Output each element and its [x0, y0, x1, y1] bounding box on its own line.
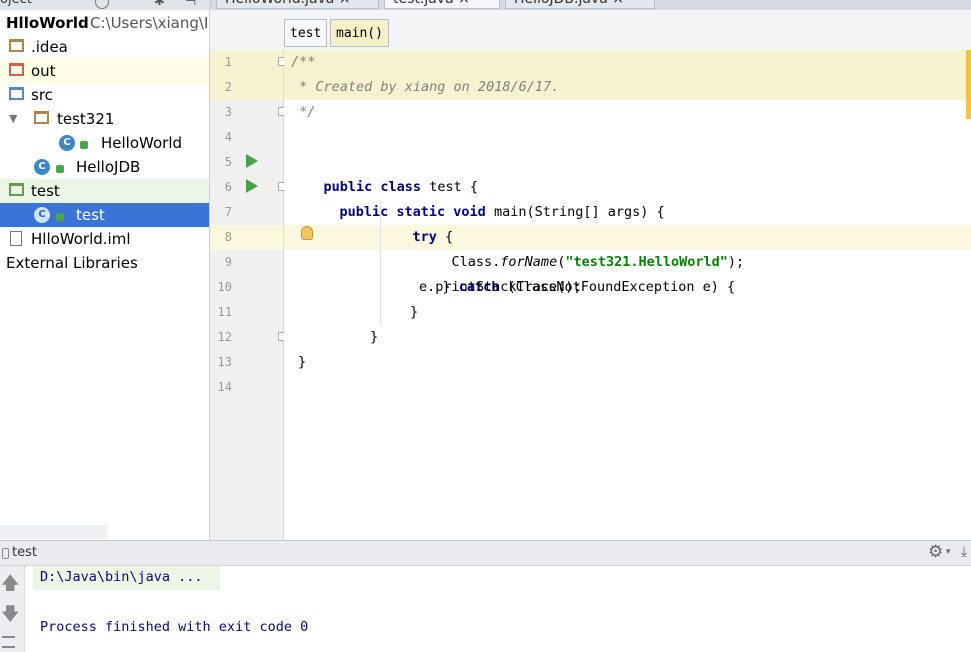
line-number: 2: [224, 80, 232, 94]
tree-item-label: src: [31, 86, 53, 104]
editor-gutter: 1 2 3 4 5 6 7 8 9 10 11 12 13 14: [210, 50, 287, 540]
lock-icon: [80, 141, 88, 149]
code-line-2: * Created by xiang on 2018/6/17.: [291, 79, 560, 95]
project-tree-panel: HlloWorld C:\Users\xiang\Io .idea out sr…: [0, 10, 210, 540]
test-folder-icon: [9, 183, 24, 196]
line-number: 7: [224, 205, 232, 219]
tab-test-java[interactable]: test.java ×: [384, 0, 500, 9]
class-icon: C: [34, 159, 50, 175]
hide-icon[interactable]: ⊣: [185, 0, 196, 9]
root-name: HlloWorld: [6, 14, 89, 32]
tree-item-label: External Libraries: [6, 254, 138, 272]
run-tab-label[interactable]: test: [12, 545, 37, 560]
code-line-3: */: [291, 104, 316, 120]
settings-icon[interactable]: ✱: [154, 0, 165, 9]
breadcrumb-main[interactable]: main(): [330, 19, 389, 47]
breadcrumb: test main(): [210, 10, 971, 51]
line-number: 1: [224, 55, 232, 69]
arrow-up-icon[interactable]: 🡅: [1, 571, 20, 601]
gear-icon[interactable]: ⚙: [928, 542, 943, 562]
code-line-13: }: [298, 354, 307, 370]
tree-item-label: HelloJDB: [76, 158, 141, 176]
lock-icon: [56, 165, 64, 173]
chevron-down-icon[interactable]: ▼: [9, 107, 17, 131]
line-number: 13: [217, 355, 232, 369]
tree-item-iml[interactable]: HlloWorld.iml: [0, 227, 209, 251]
tree-item-test321[interactable]: ▼ test321: [0, 107, 209, 131]
tree-item-src[interactable]: src: [0, 83, 209, 107]
error-stripe: [966, 50, 971, 119]
code-line-11: }: [410, 304, 419, 320]
breadcrumb-test[interactable]: test: [284, 19, 328, 47]
line-number: 14: [217, 380, 232, 394]
horizontal-scrollbar[interactable]: [0, 525, 107, 539]
line-number: 4: [224, 130, 232, 144]
editor-tab-strip: oject ✱ ⊣ HelloWorld.java × test.java × …: [0, 0, 971, 10]
line-number: 9: [224, 255, 232, 269]
tree-item-test-class[interactable]: C test: [0, 203, 209, 227]
chevron-down-icon[interactable]: ▾: [946, 547, 951, 557]
code-editor[interactable]: /** * Created by xiang on 2018/6/17. */ …: [284, 50, 971, 540]
class-icon: C: [34, 207, 50, 223]
tree-item-label: test321: [57, 110, 115, 128]
run-config-icon: [2, 548, 9, 559]
tree-item-test-folder[interactable]: test: [0, 179, 209, 203]
code-text: main(String[] args) {: [485, 204, 665, 220]
class-icon: C: [59, 135, 75, 151]
line-number: 12: [217, 330, 232, 344]
lightbulb-icon[interactable]: [301, 226, 313, 240]
code-line-12: }: [370, 329, 379, 345]
console-command-line: D:\Java\bin\java ...: [40, 569, 203, 585]
line-number: 11: [217, 305, 232, 319]
tree-item-hellojdb[interactable]: C HelloJDB: [0, 155, 209, 179]
package-icon: [34, 111, 49, 124]
tree-item-idea[interactable]: .idea: [0, 35, 209, 59]
run-toolbar: 🡅 🡇: [0, 566, 25, 652]
tree-item-label: HelloWorld: [101, 134, 183, 152]
tab-hellojdb-java[interactable]: HelloJDB.java ×: [505, 0, 655, 9]
project-header-label: oject: [0, 0, 32, 7]
folder-icon: [9, 39, 24, 52]
tree-item-root[interactable]: HlloWorld C:\Users\xiang\Io: [0, 11, 209, 35]
soft-wrap-icon[interactable]: [2, 636, 15, 648]
code-line-8: Class.forName("test321.HelloWorld");: [419, 225, 745, 270]
code-line-6: public static void main(String[] args) {: [307, 175, 665, 220]
tree-item-label: .idea: [31, 38, 68, 56]
code-line-1: /**: [291, 54, 316, 70]
run-arrow-icon[interactable]: [246, 179, 258, 193]
arrow-down-icon[interactable]: 🡇: [1, 602, 20, 632]
hide-panel-icon[interactable]: ⤓: [961, 544, 967, 560]
tab-helloworld-java[interactable]: HelloWorld.java ×: [216, 0, 379, 9]
code-line-5: public class test {: [291, 150, 478, 195]
run-panel-header: test ⚙ ▾ ⤓: [0, 540, 971, 566]
tree-item-external-libraries[interactable]: External Libraries: [0, 251, 209, 275]
line-number: 6: [224, 180, 232, 194]
source-folder-icon: [9, 87, 24, 100]
line-number: 3: [224, 105, 232, 119]
code-line-10: e.printStackTrace();: [419, 279, 582, 295]
lock-icon: [56, 213, 64, 221]
console-output[interactable]: D:\Java\bin\java ... Process finished wi…: [25, 566, 971, 652]
code-line-7: try {: [380, 200, 454, 245]
folder-excluded-icon: [9, 63, 24, 76]
tree-item-label: HlloWorld.iml: [31, 230, 131, 248]
tree-item-out[interactable]: out: [0, 59, 209, 83]
tree-item-label: test: [76, 206, 105, 224]
line-number: 8: [224, 230, 232, 244]
tree-item-label: out: [31, 62, 56, 80]
line-number: 10: [217, 280, 232, 294]
line-number: 5: [224, 155, 232, 169]
code-line-9: } catch (ClassNotFoundException e) {: [410, 250, 736, 295]
root-path: C:\Users\xiang\Io: [90, 14, 210, 32]
project-header: oject ✱ ⊣: [0, 0, 211, 10]
tree-item-label: test: [31, 182, 60, 200]
scroll-from-source-icon[interactable]: [95, 0, 109, 9]
console-exit-line: Process finished with exit code 0: [40, 619, 309, 635]
run-arrow-icon[interactable]: [246, 154, 258, 168]
module-file-icon: [10, 231, 22, 246]
tree-item-helloworld[interactable]: C HelloWorld: [0, 131, 209, 155]
